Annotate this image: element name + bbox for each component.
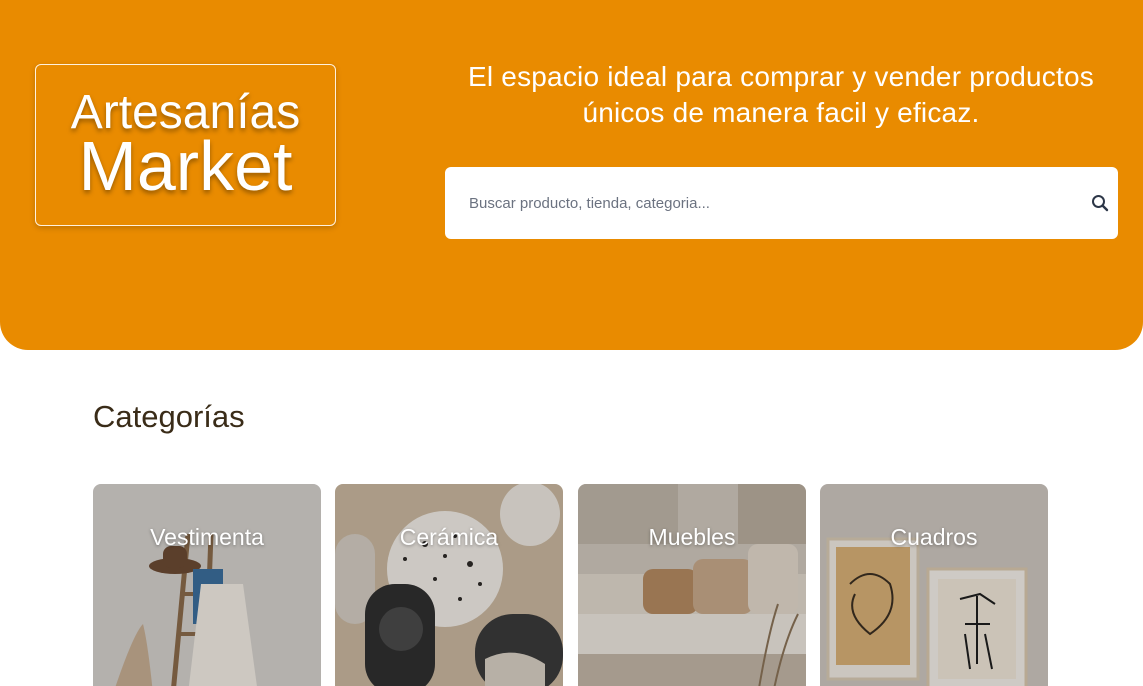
category-card-vestimenta[interactable]: Vestimenta (93, 484, 321, 686)
framed-art-photo (820, 484, 1048, 686)
category-card-cuadros[interactable]: Cuadros (820, 484, 1048, 686)
category-label: Vestimenta (150, 524, 264, 550)
hero-banner: Artesanías Market El espacio ideal para … (0, 0, 1143, 350)
hero-tagline: El espacio ideal para comprar y vender p… (468, 61, 1094, 128)
category-card-muebles[interactable]: Muebles (578, 484, 806, 686)
category-label: Muebles (648, 524, 736, 550)
ceramic-dishes-photo (335, 484, 563, 686)
living-room-photo (578, 484, 806, 686)
search-input[interactable] (445, 167, 1065, 239)
category-label: Cerámica (399, 524, 499, 550)
search-button[interactable] (1082, 185, 1118, 221)
clothing-rack-photo (93, 484, 321, 686)
category-card-ceramica[interactable]: Cerámica (335, 484, 563, 686)
logo-line-market: Market (78, 127, 293, 205)
site-logo[interactable]: Artesanías Market (35, 64, 336, 226)
category-label: Cuadros (890, 524, 978, 550)
categories-heading: Categorías (93, 399, 245, 434)
search-bar (445, 167, 1118, 239)
search-icon (1092, 195, 1109, 212)
